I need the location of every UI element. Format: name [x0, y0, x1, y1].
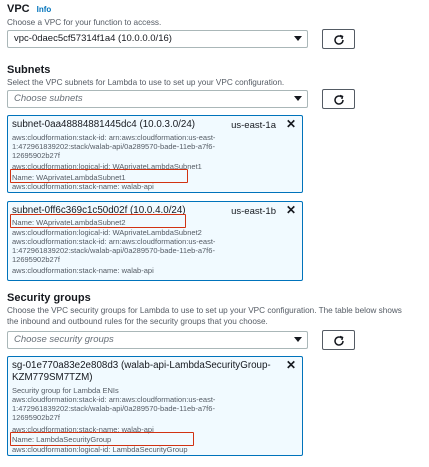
subnet-az: us-east-1b [231, 206, 276, 217]
subnets-select[interactable]: Choose subnets [7, 90, 308, 108]
subnet-tag-line: aws:cloudformation:stack-id: arn:aws:clo… [12, 133, 216, 142]
vpc-title: VPC [7, 3, 30, 15]
vpc-select[interactable]: vpc-0daec5cf57314f1a4 (10.0.0.0/16) [7, 30, 308, 48]
close-icon[interactable]: ✕ [286, 118, 296, 130]
subnet-tag-line: aws:cloudformation:stack-name: walab-api [12, 266, 154, 275]
vpc-description: Choose a VPC for your function to access… [7, 18, 162, 27]
subnets-refresh-button[interactable] [322, 89, 355, 109]
security-group-tag-line: aws:cloudformation:stack-id: arn:aws:clo… [12, 395, 216, 404]
highlight-box [10, 214, 186, 228]
subnet-token-2: subnet-0ff6c369c1c50d02f (10.0.4.0/24) u… [7, 201, 303, 281]
security-groups-description-2: the inbound and outbound rules for the s… [7, 317, 268, 326]
subnet-token-1: subnet-0aa48884881445dc4 (10.0.3.0/24) u… [7, 115, 303, 193]
subnet-tag-line: aws:cloudformation:logical-id: WAprivate… [12, 228, 202, 237]
subnet-tag-line: 12695902b27f [12, 151, 60, 160]
subnet-tag-line: 1:472961839202:stack/walab-api/0a289570-… [12, 142, 215, 151]
subnets-placeholder: Choose subnets [14, 93, 83, 104]
close-icon[interactable]: ✕ [286, 359, 296, 371]
close-icon[interactable]: ✕ [286, 204, 296, 216]
vpc-heading: VPC Info [7, 3, 51, 15]
subnet-tag-line: 1:472961839202:stack/walab-api/0a289570-… [12, 246, 215, 255]
subnets-description: Select the VPC subnets for Lambda to use… [7, 78, 285, 87]
subnets-title: Subnets [7, 64, 51, 76]
security-groups-select[interactable]: Choose security groups [7, 331, 308, 349]
security-group-title-1: sg-01e770a83e2e808d3 (walab-api-LambdaSe… [12, 360, 271, 371]
highlight-box [10, 432, 194, 446]
security-groups-description-1: Choose the VPC security groups for Lambd… [7, 306, 402, 315]
security-group-token: sg-01e770a83e2e808d3 (walab-api-LambdaSe… [7, 356, 303, 456]
refresh-icon [334, 94, 344, 105]
security-groups-placeholder: Choose security groups [14, 334, 114, 345]
subnet-az: us-east-1a [231, 120, 276, 131]
subnet-tag-line: 12695902b27f [12, 255, 60, 264]
highlight-box [10, 169, 188, 183]
security-group-tag-line: 12695902b27f [12, 413, 60, 422]
subnet-tag-line: aws:cloudformation:stack-id: arn:aws:clo… [12, 237, 216, 246]
security-group-tag-line: 1:472961839202:stack/walab-api/0a289570-… [12, 404, 215, 413]
refresh-icon [334, 335, 344, 346]
security-groups-refresh-button[interactable] [322, 330, 355, 350]
subnet-title: subnet-0aa48884881445dc4 (10.0.3.0/24) [12, 119, 196, 130]
chevron-down-icon [294, 36, 302, 41]
security-group-title-2: KZM779SM7TZM) [12, 372, 93, 383]
chevron-down-icon [294, 337, 302, 342]
security-group-description: Security group for Lambda ENIs [12, 386, 119, 395]
subnet-tag-line: aws:cloudformation:stack-name: walab-api [12, 182, 154, 191]
vpc-selected-value: vpc-0daec5cf57314f1a4 (10.0.0.0/16) [14, 33, 172, 44]
refresh-icon [334, 34, 344, 45]
security-group-tag-line: aws:cloudformation:logical-id: LambdaSec… [12, 445, 188, 454]
info-link[interactable]: Info [37, 5, 52, 14]
vpc-refresh-button[interactable] [322, 29, 355, 49]
security-groups-title: Security groups [7, 292, 91, 304]
chevron-down-icon [294, 96, 302, 101]
